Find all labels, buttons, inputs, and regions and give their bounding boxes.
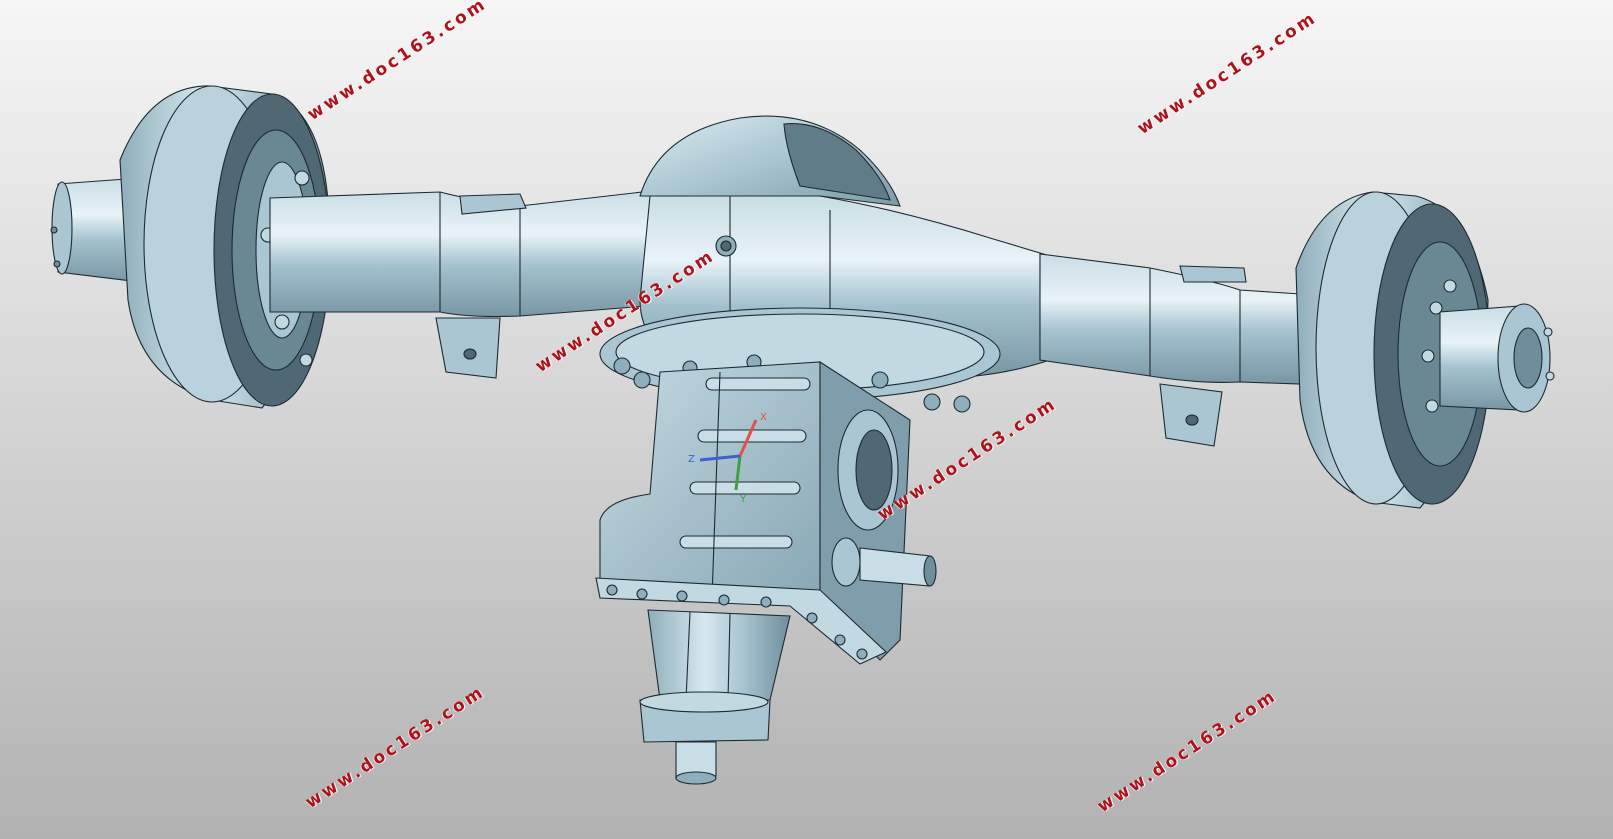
axle-3d-model[interactable]: X Y Z (0, 0, 1613, 839)
triad-z-label: Z (688, 454, 695, 465)
right-spring-bracket (1179, 265, 1247, 283)
left-lower-bracket (435, 317, 501, 379)
cad-viewport[interactable]: X Y Z www.doc163.com www.doc163.com www.… (0, 0, 1613, 839)
triad-x-label: X (760, 412, 767, 423)
triad-y-label: Y (739, 494, 747, 505)
